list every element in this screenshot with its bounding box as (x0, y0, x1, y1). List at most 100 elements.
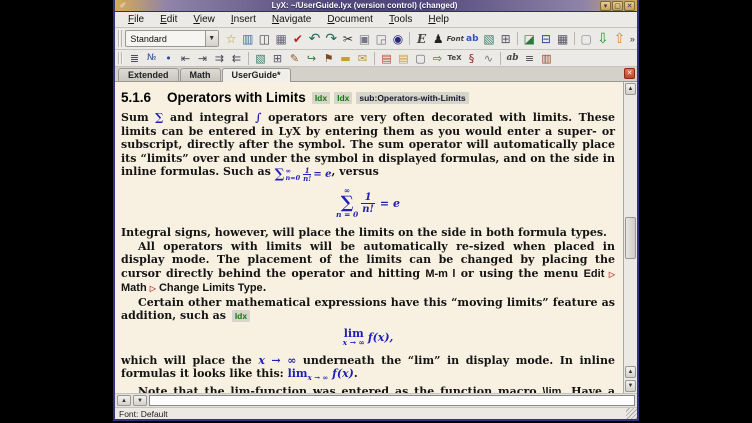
scrollbar-thumb[interactable] (625, 217, 636, 259)
line-spacing-icon[interactable]: ≡ (521, 51, 538, 66)
insert-figure-icon[interactable]: ▧ (481, 29, 498, 48)
close-button[interactable]: ✕ (624, 1, 635, 11)
insert-table-icon[interactable]: ⊞ (269, 51, 286, 66)
app-icon: ✐ (117, 1, 129, 11)
increase-depth-icon[interactable]: ⇥ (194, 51, 211, 66)
menu-help[interactable]: Help (421, 13, 456, 26)
document-tabbar: Extended Math UserGuide* ✕ (115, 67, 637, 82)
vertical-scrollbar[interactable]: ▲ ▲ ▼ (623, 82, 637, 393)
desktop: ✐ LyX: ~/UserGuide.lyx (version control)… (0, 0, 752, 423)
text-run: Sum (121, 111, 155, 124)
menu-tools[interactable]: Tools (382, 13, 419, 26)
new-document-icon[interactable]: ☆ (223, 29, 240, 48)
toc-icon[interactable]: ◪ (521, 29, 538, 48)
noun-icon[interactable]: ♟ (430, 29, 447, 48)
paragraph-style-icon[interactable]: ab (464, 29, 481, 48)
lim-operator: lim (344, 329, 364, 338)
numbered-list-icon[interactable]: № (143, 51, 160, 66)
insert-note-icon[interactable]: ▬ (337, 51, 354, 66)
insert-table-icon[interactable]: ⊞ (497, 29, 514, 48)
selection-box-icon[interactable]: ▢ (412, 51, 429, 66)
print-icon[interactable]: ▦ (273, 29, 290, 48)
scrollbar-track[interactable] (624, 96, 637, 365)
paperclip-icon[interactable]: ∿ (480, 51, 497, 66)
insert-label-icon[interactable]: ✎ (286, 51, 303, 66)
bullet-list-icon[interactable]: • (160, 51, 177, 66)
minibuffer-down-button[interactable]: ▼ (133, 395, 147, 406)
redo-icon[interactable]: ↷ (323, 29, 340, 48)
emphasis-icon[interactable]: E (413, 29, 430, 48)
menu-path-arrow-icon: ▷ (150, 284, 156, 293)
resize-grip[interactable] (626, 408, 637, 419)
free-font-icon[interactable]: Font (447, 29, 464, 48)
menu-insert[interactable]: Insert (224, 13, 263, 26)
cut-icon[interactable]: ✂ (340, 29, 357, 48)
indent-less-icon[interactable]: ⇇ (228, 51, 245, 66)
menu-edit[interactable]: Edit (153, 13, 184, 26)
minimize-button[interactable]: ▾ (600, 1, 611, 11)
titlebar[interactable]: ✐ LyX: ~/UserGuide.lyx (version control)… (115, 0, 637, 12)
goto-reference-icon[interactable]: ↪ (303, 51, 320, 66)
document-canvas[interactable]: 5.1.6 Operators with Limits Idx Idx sub:… (115, 82, 623, 393)
math-panel-icon[interactable]: ⊟ (538, 29, 555, 48)
undo-icon[interactable]: ↶ (306, 29, 323, 48)
export-icon[interactable]: ⇨ (429, 51, 446, 66)
maximize-button[interactable]: ▢ (612, 1, 623, 11)
open-book-icon[interactable]: ▥ (538, 51, 555, 66)
text-style-icon[interactable]: ab (504, 51, 521, 66)
command-buffer-input[interactable] (149, 395, 635, 406)
label-inset[interactable]: sub:Operators-with-Limits (356, 92, 468, 104)
update-dvi-icon[interactable]: ⇧ (611, 29, 628, 48)
chevron-down-icon[interactable]: ▼ (205, 31, 218, 46)
view-dvi-icon[interactable]: ⇩ (595, 29, 612, 48)
justify-icon[interactable]: ≣ (126, 51, 143, 66)
tab-extended[interactable]: Extended (118, 68, 179, 81)
include-file-icon[interactable]: § (463, 51, 480, 66)
decrease-depth-icon[interactable]: ⇤ (177, 51, 194, 66)
sum-operator: ∑ (275, 168, 285, 182)
index-inset[interactable]: Idx (334, 92, 352, 104)
tab-userguide[interactable]: UserGuide* (222, 68, 291, 82)
scroll-down-arrow-icon[interactable]: ▼ (625, 380, 636, 392)
menu-document[interactable]: Document (320, 13, 380, 26)
indent-more-icon[interactable]: ⇉ (211, 51, 228, 66)
copy-icon[interactable]: ▣ (356, 29, 373, 48)
save-icon[interactable]: ◫ (256, 29, 273, 48)
bookmark-icon[interactable]: ⚑ (320, 51, 337, 66)
paragraph: Certain other mathematical expressions h… (121, 296, 615, 324)
toolbar-handle[interactable] (118, 52, 123, 65)
toolbar-separator (248, 52, 249, 65)
close-view-button[interactable]: ✕ (624, 68, 635, 79)
display-formula-sum[interactable]: ∞∑n = 0 1n! = e (121, 187, 615, 219)
layout-combo[interactable]: Standard ▼ (125, 30, 218, 47)
tex-icon[interactable]: TeX (446, 51, 463, 66)
scroll-up-arrow-icon[interactable]: ▲ (625, 83, 636, 95)
spellcheck-icon[interactable]: ✔ (290, 29, 307, 48)
toolbar-handle[interactable] (118, 30, 122, 47)
insert-figure-icon[interactable]: ▧ (252, 51, 269, 66)
lim-operator: lim (288, 367, 308, 380)
tabular-icon[interactable]: ▦ (554, 29, 571, 48)
minibuffer-up-button[interactable]: ▲ (117, 395, 131, 406)
tab-math[interactable]: Math (180, 68, 221, 81)
text-run: or using the menu (455, 267, 583, 280)
open-document-icon[interactable]: ▥ (239, 29, 256, 48)
insert-marginnote-icon[interactable]: ▤ (395, 51, 412, 66)
index-inset[interactable]: Idx (232, 310, 250, 322)
toolbar-overflow-chevron[interactable]: » (630, 34, 635, 44)
minibuffer-bar: ▲ ▼ (115, 393, 637, 407)
menu-navigate[interactable]: Navigate (265, 13, 318, 26)
display-formula-limit[interactable]: limx → ∞ f(x), (121, 329, 615, 347)
preview-icon[interactable]: ▢ (578, 29, 595, 48)
menu-file[interactable]: File (121, 13, 151, 26)
limit-function: f(x), (368, 331, 394, 344)
menu-path-item: Change Limits Type (159, 282, 263, 294)
scroll-up-arrow-icon[interactable]: ▲ (625, 366, 636, 378)
insert-footnote-icon[interactable]: ▤ (378, 51, 395, 66)
insert-url-icon[interactable]: ✉ (354, 51, 371, 66)
menu-view[interactable]: View (186, 13, 222, 26)
lim-subscript: x → ∞ (343, 338, 365, 347)
index-inset[interactable]: Idx (312, 92, 330, 104)
paste-icon[interactable]: ◲ (373, 29, 390, 48)
find-replace-icon[interactable]: ◉ (390, 29, 407, 48)
